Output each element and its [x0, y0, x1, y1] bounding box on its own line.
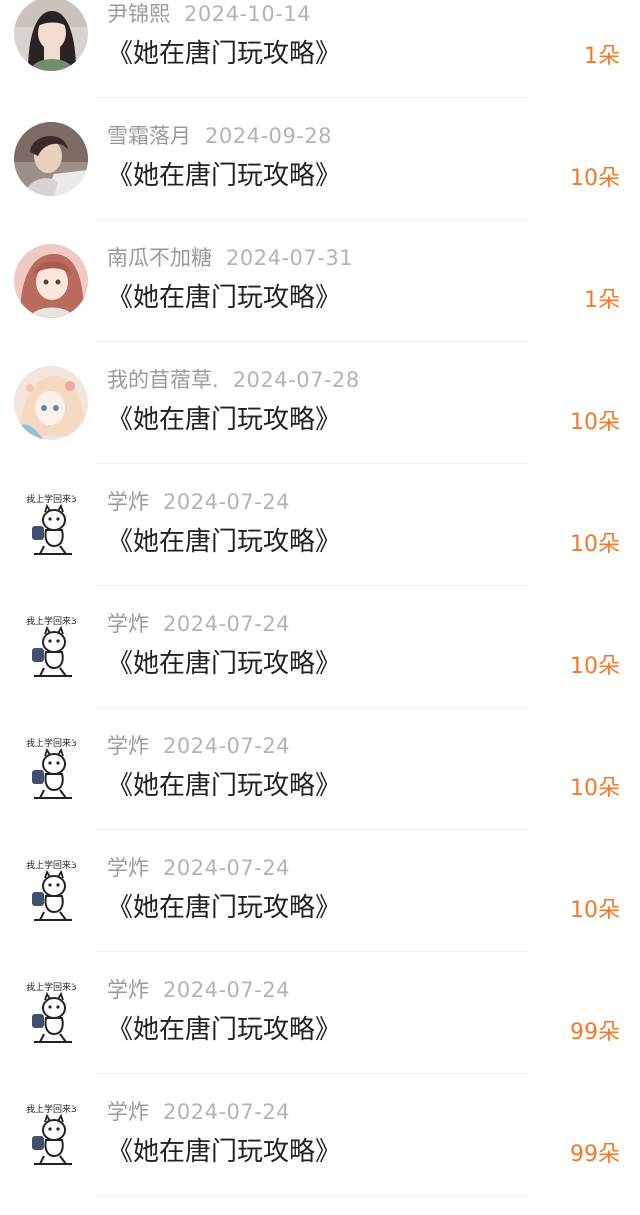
record-meta: 南瓜不加糖 2024-07-31	[107, 241, 353, 275]
book-title[interactable]: 《她在唐门玩攻略》	[107, 520, 341, 564]
username[interactable]: 学炸	[107, 1100, 149, 1124]
record-meta: 学炸 2024-07-24	[107, 607, 290, 641]
book-title[interactable]: 《她在唐门玩攻略》	[107, 32, 341, 76]
record-meta: 学炸 2024-07-24	[107, 1095, 290, 1129]
user-avatar[interactable]	[14, 122, 88, 196]
username[interactable]: 尹锦熙	[107, 2, 170, 26]
gift-record-row[interactable]: 我上学回来3 学炸 2024-07-24 《她在唐门玩攻略》 10朵	[0, 607, 640, 729]
anime-girl-avatar	[14, 244, 88, 318]
username[interactable]: 我的苜蓿草.	[107, 368, 219, 392]
avatar-caption: 我上学回来3	[26, 1103, 77, 1115]
gift-record-row[interactable]: 我上学回来3 学炸 2024-07-24 《她在唐门玩攻略》 10朵	[0, 485, 640, 607]
row-divider	[96, 829, 528, 830]
record-meta: 尹锦熙 2024-10-14	[107, 0, 311, 31]
sketch-cat-avatar: 我上学回来3	[14, 854, 88, 928]
flower-amount: 1朵	[584, 44, 620, 69]
row-divider	[96, 585, 528, 586]
girl-photo-avatar	[14, 0, 88, 71]
row-divider	[96, 951, 528, 952]
avatar-caption: 我上学回来3	[26, 859, 77, 871]
flower-amount: 10朵	[570, 532, 620, 557]
man-photo-avatar	[14, 122, 88, 196]
avatar-caption: 我上学回来3	[26, 493, 77, 505]
record-meta: 雪霜落月 2024-09-28	[107, 119, 332, 153]
flower-amount: 10朵	[570, 776, 620, 801]
row-divider	[96, 707, 528, 708]
row-divider	[96, 1195, 528, 1196]
user-avatar[interactable]: 我上学回来3	[14, 610, 88, 684]
record-date: 2024-07-31	[226, 246, 354, 270]
gift-record-row[interactable]: 我上学回来3 学炸 2024-07-24 《她在唐门玩攻略》 10朵	[0, 729, 640, 851]
username[interactable]: 学炸	[107, 978, 149, 1002]
book-title[interactable]: 《她在唐门玩攻略》	[107, 642, 341, 686]
record-meta: 学炸 2024-07-24	[107, 851, 290, 885]
gift-record-row[interactable]: 我上学回来3 学炸 2024-07-24 《她在唐门玩攻略》 10朵	[0, 851, 640, 973]
row-divider	[96, 341, 528, 342]
record-date: 2024-07-24	[163, 856, 291, 880]
record-date: 2024-09-28	[205, 124, 333, 148]
gift-record-row[interactable]: 我上学回来3 学炸 2024-07-24 《她在唐门玩攻略》 99朵	[0, 1095, 640, 1215]
user-avatar[interactable]: 我上学回来3	[14, 488, 88, 562]
record-date: 2024-07-24	[163, 490, 291, 514]
sketch-cat-avatar: 我上学回来3	[14, 610, 88, 684]
row-divider	[96, 463, 528, 464]
username[interactable]: 学炸	[107, 612, 149, 636]
flower-amount: 1朵	[584, 288, 620, 313]
user-avatar[interactable]	[14, 366, 88, 440]
flower-amount: 10朵	[570, 898, 620, 923]
book-title[interactable]: 《她在唐门玩攻略》	[107, 276, 341, 320]
book-title[interactable]: 《她在唐门玩攻略》	[107, 1008, 341, 1052]
anime-elf-avatar	[14, 366, 88, 440]
gift-record-row[interactable]: 尹锦熙 2024-10-14 《她在唐门玩攻略》 1朵	[0, 0, 640, 119]
record-date: 2024-07-24	[163, 612, 291, 636]
avatar-caption: 我上学回来3	[26, 737, 77, 749]
book-title[interactable]: 《她在唐门玩攻略》	[107, 886, 341, 930]
gift-record-row[interactable]: 南瓜不加糖 2024-07-31 《她在唐门玩攻略》 1朵	[0, 241, 640, 363]
record-date: 2024-07-28	[232, 368, 360, 392]
record-date: 2024-07-24	[163, 1100, 291, 1124]
book-title[interactable]: 《她在唐门玩攻略》	[107, 154, 341, 198]
avatar-caption: 我上学回来3	[26, 615, 77, 627]
username[interactable]: 雪霜落月	[107, 124, 191, 148]
flower-amount: 10朵	[570, 166, 620, 191]
sketch-cat-avatar: 我上学回来3	[14, 732, 88, 806]
gift-record-row[interactable]: 我的苜蓿草. 2024-07-28 《她在唐门玩攻略》 10朵	[0, 363, 640, 485]
username[interactable]: 学炸	[107, 856, 149, 880]
record-date: 2024-10-14	[184, 2, 312, 26]
user-avatar[interactable]	[14, 0, 88, 71]
record-meta: 学炸 2024-07-24	[107, 485, 290, 519]
sketch-cat-avatar: 我上学回来3	[14, 1098, 88, 1172]
book-title[interactable]: 《她在唐门玩攻略》	[107, 1130, 341, 1174]
row-divider	[96, 97, 528, 98]
record-meta: 学炸 2024-07-24	[107, 973, 290, 1007]
flower-amount: 99朵	[570, 1142, 620, 1167]
username[interactable]: 南瓜不加糖	[107, 246, 212, 270]
sketch-cat-avatar: 我上学回来3	[14, 976, 88, 1050]
user-avatar[interactable]: 我上学回来3	[14, 1098, 88, 1172]
flower-amount: 10朵	[570, 654, 620, 679]
book-title[interactable]: 《她在唐门玩攻略》	[107, 764, 341, 808]
record-date: 2024-07-24	[163, 978, 291, 1002]
gift-record-list: 尹锦熙 2024-10-14 《她在唐门玩攻略》 1朵 雪霜落月 2024-09-2…	[0, 0, 640, 1215]
record-meta: 学炸 2024-07-24	[107, 729, 290, 763]
user-avatar[interactable]: 我上学回来3	[14, 732, 88, 806]
user-avatar[interactable]: 我上学回来3	[14, 976, 88, 1050]
row-divider	[96, 219, 528, 220]
gift-record-row[interactable]: 我上学回来3 学炸 2024-07-24 《她在唐门玩攻略》 99朵	[0, 973, 640, 1095]
user-avatar[interactable]	[14, 244, 88, 318]
flower-amount: 10朵	[570, 410, 620, 435]
username[interactable]: 学炸	[107, 734, 149, 758]
record-meta: 我的苜蓿草. 2024-07-28	[107, 363, 360, 397]
flower-amount: 99朵	[570, 1020, 620, 1045]
gift-record-row[interactable]: 雪霜落月 2024-09-28 《她在唐门玩攻略》 10朵	[0, 119, 640, 241]
user-avatar[interactable]: 我上学回来3	[14, 854, 88, 928]
record-date: 2024-07-24	[163, 734, 291, 758]
avatar-caption: 我上学回来3	[26, 981, 77, 993]
username[interactable]: 学炸	[107, 490, 149, 514]
row-divider	[96, 1073, 528, 1074]
sketch-cat-avatar: 我上学回来3	[14, 488, 88, 562]
book-title[interactable]: 《她在唐门玩攻略》	[107, 398, 341, 442]
